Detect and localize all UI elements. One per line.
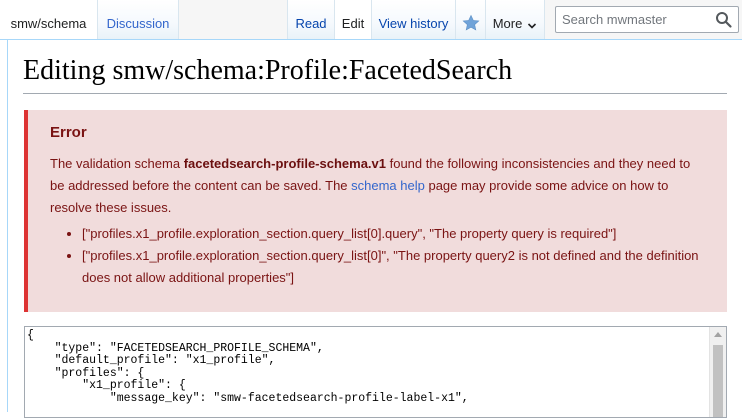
error-list-item: ["profiles.x1_profile.exploration_sectio… [82,245,707,289]
tab-read-label: Read [295,15,327,31]
top-tab-bar: smw/schema Discussion Read Edit View his… [0,0,742,41]
schema-help-link[interactable]: schema help [351,178,425,193]
scrollbar-thumb[interactable] [713,345,723,417]
tab-discussion-label: Discussion [106,15,170,31]
chevron-down-icon [528,23,537,29]
editor-content[interactable]: { "type": "FACETEDSEARCH_PROFILE_SCHEMA"… [27,329,469,406]
editor-scrollbar[interactable] [709,327,726,417]
tab-edit[interactable]: Edit [335,0,372,41]
search-icon[interactable] [714,10,734,30]
error-title: Error [50,124,87,141]
watch-star-button[interactable] [456,0,486,40]
tab-namespace[interactable]: smw/schema [0,0,98,41]
tab-read[interactable]: Read [287,0,335,40]
page-content: Editing smw/schema:Profile:FacetedSearch… [7,40,742,418]
tab-discussion[interactable]: Discussion [98,0,179,40]
star-icon [462,14,479,31]
tab-namespace-label: smw/schema [10,15,87,31]
page-title: Editing smw/schema:Profile:FacetedSearch [23,55,727,94]
more-menu-label: More [492,15,523,31]
error-intro-before: The validation schema [50,156,184,171]
schema-name: facetedsearch-profile-schema.v1 [183,156,386,171]
more-menu[interactable]: More [486,0,545,40]
error-list-item: ["profiles.x1_profile.exploration_sectio… [82,223,707,245]
scroll-up-arrow-icon[interactable] [714,332,722,337]
error-description: The validation schema facetedsearch-prof… [50,153,707,219]
error-list: ["profiles.x1_profile.exploration_sectio… [50,223,707,289]
tab-edit-label: Edit [341,15,365,31]
search-box[interactable] [555,6,739,33]
search-input[interactable] [556,7,718,32]
error-message-box: Error The validation schema facetedsearc… [24,110,727,312]
schema-editor-textarea[interactable]: { "type": "FACETEDSEARCH_PROFILE_SCHEMA"… [24,326,727,418]
tab-history-label: View history [378,15,449,31]
tab-view-history[interactable]: View history [372,0,456,40]
